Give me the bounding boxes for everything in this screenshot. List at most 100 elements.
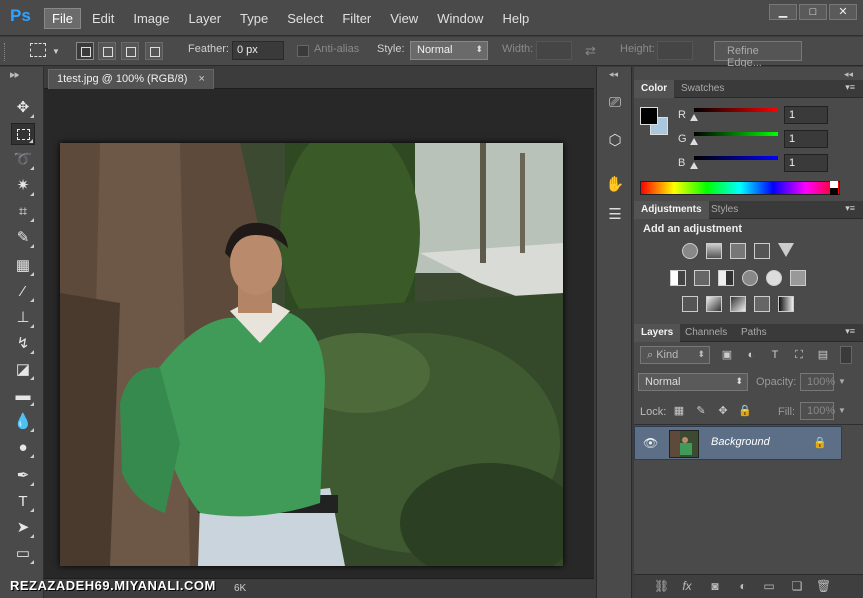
- minimize-button[interactable]: ▁: [769, 4, 797, 20]
- width-input[interactable]: [536, 41, 572, 60]
- menu-select[interactable]: Select: [279, 8, 331, 29]
- layer-name[interactable]: Background: [711, 436, 770, 448]
- rectangular-marquee-tool-icon[interactable]: [11, 123, 35, 145]
- curves-icon[interactable]: [730, 243, 746, 259]
- new-group-icon[interactable]: ▭: [762, 579, 776, 593]
- exposure-icon[interactable]: [754, 243, 770, 259]
- link-layers-icon[interactable]: ⛓: [654, 579, 669, 593]
- close-tab-icon[interactable]: ×: [198, 73, 204, 85]
- photo-filter-icon[interactable]: [742, 270, 758, 286]
- tab-styles[interactable]: Styles: [704, 201, 745, 219]
- antialias-checkbox[interactable]: [297, 45, 309, 57]
- menu-view[interactable]: View: [382, 8, 426, 29]
- levels-icon[interactable]: [706, 243, 722, 259]
- path-selection-tool-icon[interactable]: ➤: [11, 517, 35, 539]
- opacity-input[interactable]: 100%: [800, 373, 835, 391]
- gradient-map-icon[interactable]: [778, 296, 794, 312]
- add-to-selection-button[interactable]: [98, 42, 116, 60]
- panel-menu-icon[interactable]: ▾≡: [845, 203, 855, 214]
- opacity-dropdown-icon[interactable]: ▼: [838, 377, 846, 386]
- filter-adjustment-icon[interactable]: ◐: [744, 348, 758, 362]
- collapse-arrows-icon[interactable]: ▸▸: [10, 70, 19, 81]
- pen-tool-icon[interactable]: ✒: [11, 465, 35, 487]
- lock-position-icon[interactable]: ✥: [716, 404, 730, 418]
- color-lookup-icon[interactable]: [790, 270, 806, 286]
- document-tab[interactable]: 1test.jpg @ 100% (RGB/8) ×: [48, 69, 214, 89]
- red-value[interactable]: 1: [784, 106, 828, 124]
- brush-presets-icon[interactable]: ✋: [603, 173, 627, 197]
- subtract-from-selection-button[interactable]: [121, 42, 139, 60]
- add-mask-icon[interactable]: ◙: [708, 579, 722, 593]
- collapse-panels-icon[interactable]: ◂◂: [844, 69, 853, 80]
- document-photo[interactable]: [60, 143, 563, 566]
- tab-layers[interactable]: Layers: [634, 324, 681, 342]
- maximize-button[interactable]: □: [799, 4, 827, 20]
- menu-file[interactable]: File: [44, 8, 81, 29]
- eraser-tool-icon[interactable]: ◪: [11, 359, 35, 381]
- intersect-selection-button[interactable]: [145, 42, 163, 60]
- marquee-preset-icon[interactable]: [30, 43, 46, 57]
- crop-tool-icon[interactable]: ⌗: [11, 201, 35, 223]
- properties-panel-icon[interactable]: ☰: [603, 203, 627, 227]
- trash-icon[interactable]: 🗑: [816, 579, 831, 593]
- filter-smart-object-icon[interactable]: ▤: [816, 348, 830, 362]
- foreground-color-swatch[interactable]: [640, 107, 658, 125]
- vibrance-icon[interactable]: [778, 243, 794, 257]
- white-swatch[interactable]: [830, 181, 838, 188]
- collapse-arrows-icon[interactable]: ◂◂: [609, 69, 618, 80]
- filter-pixel-icon[interactable]: ▣: [720, 348, 734, 362]
- menu-filter[interactable]: Filter: [334, 8, 379, 29]
- menu-window[interactable]: Window: [429, 8, 491, 29]
- posterize-icon[interactable]: [706, 296, 722, 312]
- lock-transparent-icon[interactable]: ▦: [672, 404, 686, 418]
- tab-channels[interactable]: Channels: [678, 324, 734, 342]
- filter-shape-icon[interactable]: ⛶: [792, 348, 806, 362]
- history-brush-tool-icon[interactable]: ↯: [11, 333, 35, 355]
- lock-all-icon[interactable]: 🔒: [738, 404, 752, 418]
- gradient-tool-icon[interactable]: ▬: [11, 385, 35, 407]
- filter-type-icon[interactable]: T: [768, 348, 782, 362]
- green-value[interactable]: 1: [784, 130, 828, 148]
- healing-brush-tool-icon[interactable]: ▦: [11, 255, 35, 277]
- panel-menu-icon[interactable]: ▾≡: [845, 82, 855, 93]
- blue-slider[interactable]: [694, 156, 778, 160]
- close-button[interactable]: ✕: [829, 4, 857, 20]
- menu-image[interactable]: Image: [125, 8, 177, 29]
- dodge-tool-icon[interactable]: ●: [11, 437, 35, 459]
- new-adjustment-layer-icon[interactable]: ◐: [736, 579, 750, 593]
- rectangle-tool-icon[interactable]: ▭: [11, 543, 35, 565]
- red-slider-knob[interactable]: [690, 114, 698, 121]
- selective-color-icon[interactable]: [754, 296, 770, 312]
- blue-slider-knob[interactable]: [690, 162, 698, 169]
- new-selection-button[interactable]: [76, 42, 94, 60]
- blend-mode-select[interactable]: Normal ⬍: [638, 373, 748, 391]
- layer-style-icon[interactable]: fx: [680, 579, 694, 593]
- brightness-contrast-icon[interactable]: [682, 243, 698, 259]
- tab-swatches[interactable]: Swatches: [674, 80, 731, 98]
- black-swatch[interactable]: [830, 188, 838, 195]
- threshold-icon[interactable]: [730, 296, 746, 312]
- red-slider[interactable]: [694, 108, 778, 112]
- panel-menu-icon[interactable]: ▾≡: [845, 326, 855, 337]
- fill-input[interactable]: 100%: [800, 402, 835, 420]
- tab-color[interactable]: Color: [634, 80, 675, 98]
- menu-edit[interactable]: Edit: [84, 8, 122, 29]
- type-tool-icon[interactable]: T: [11, 491, 35, 513]
- green-slider-knob[interactable]: [690, 138, 698, 145]
- channel-mixer-icon[interactable]: [766, 270, 782, 286]
- 3d-panel-icon[interactable]: ⬡: [603, 129, 627, 153]
- layer-row-background[interactable]: 👁 Background 🔒: [634, 426, 842, 460]
- brush-tool-icon[interactable]: ⁄: [11, 281, 35, 303]
- invert-icon[interactable]: [682, 296, 698, 312]
- color-balance-icon[interactable]: [694, 270, 710, 286]
- swap-dimensions-icon[interactable]: ⇄: [585, 43, 596, 59]
- clone-stamp-tool-icon[interactable]: ⊥: [11, 307, 35, 329]
- lock-image-icon[interactable]: ✎: [694, 404, 708, 418]
- refine-edge-button[interactable]: Refine Edge...: [714, 41, 802, 69]
- eye-visibility-icon[interactable]: 👁: [643, 436, 658, 450]
- menu-help[interactable]: Help: [494, 8, 537, 29]
- options-grip[interactable]: [4, 43, 8, 61]
- magic-wand-tool-icon[interactable]: ✷: [11, 175, 35, 197]
- green-slider[interactable]: [694, 132, 778, 136]
- layer-filter-kind-select[interactable]: ⌕ Kind ⬍: [640, 346, 710, 364]
